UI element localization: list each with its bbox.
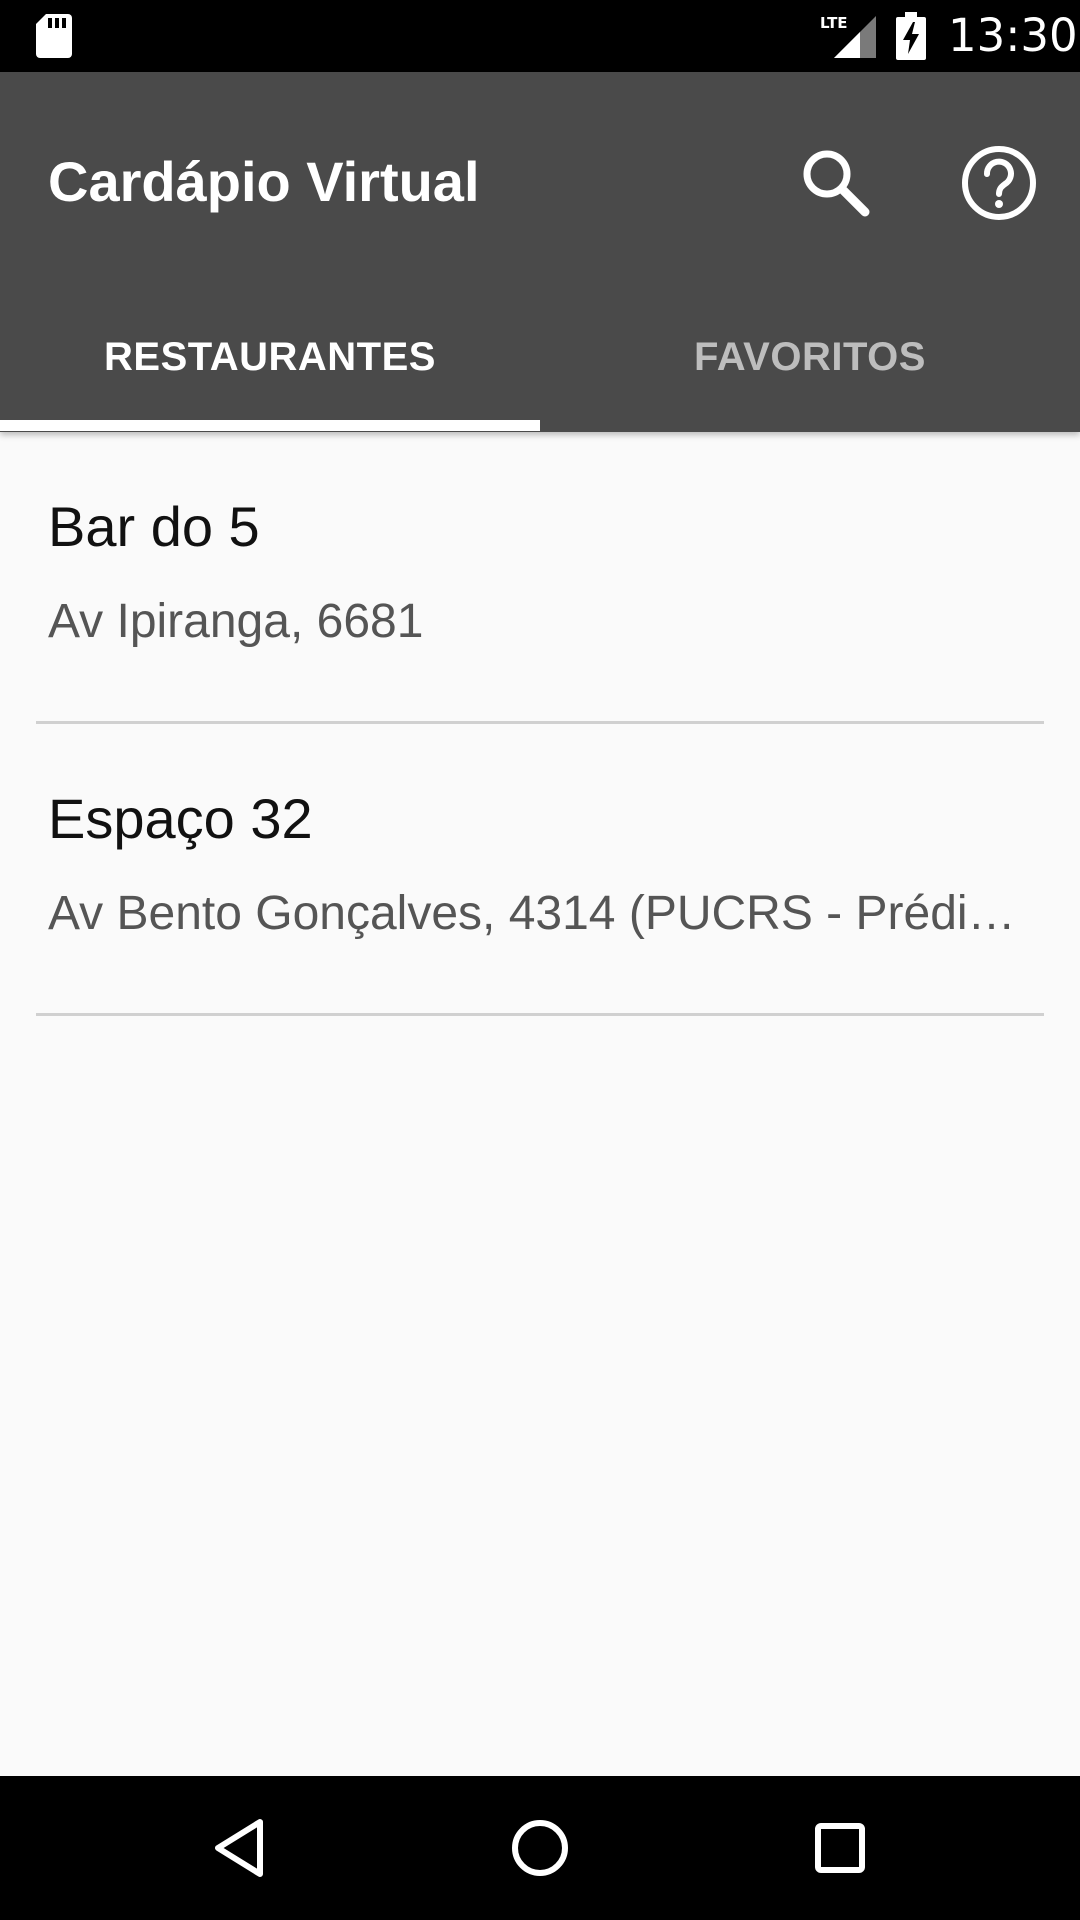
tab-bar: RESTAURANTES FAVORITOS [0,288,1080,432]
recent-apps-icon[interactable] [804,1812,876,1884]
home-icon[interactable] [504,1812,576,1884]
search-icon[interactable] [795,142,879,226]
tab-favoritos[interactable]: FAVORITOS [540,288,1080,432]
sd-card-icon [36,14,72,58]
navigation-bar [0,1776,1080,1920]
tab-selected-indicator [0,420,540,431]
list-item[interactable]: Bar do 5 Av Ipiranga, 6681 [0,432,1080,724]
battery-charging-icon [896,12,926,60]
restaurant-address: Av Bento Gonçalves, 4314 (PUCRS - Prédi… [48,887,1016,940]
help-icon[interactable] [954,138,1044,228]
app-bar: Cardápio Virtual RESTAURANTES FAVORITOS [0,72,1080,432]
screen: LTE 13:30 Cardápio Virtual RESTAURANTES … [0,0,1080,1920]
svg-text:LTE: LTE [820,14,848,32]
restaurant-address: Av Ipiranga, 6681 [48,595,424,648]
list-item[interactable]: Espaço 32 Av Bento Gonçalves, 4314 (PUCR… [0,724,1080,1016]
status-clock: 13:30 [948,9,1078,62]
restaurant-name: Espaço 32 [48,787,313,850]
app-title: Cardápio Virtual [48,150,480,213]
divider [36,1013,1044,1016]
restaurant-name: Bar do 5 [48,495,260,558]
back-icon[interactable] [204,1812,276,1884]
tab-restaurantes[interactable]: RESTAURANTES [0,288,540,432]
restaurant-list: Bar do 5 Av Ipiranga, 6681 Espaço 32 Av … [0,432,1080,1016]
lte-signal-icon: LTE [820,14,876,58]
status-bar: LTE 13:30 [0,0,1080,72]
